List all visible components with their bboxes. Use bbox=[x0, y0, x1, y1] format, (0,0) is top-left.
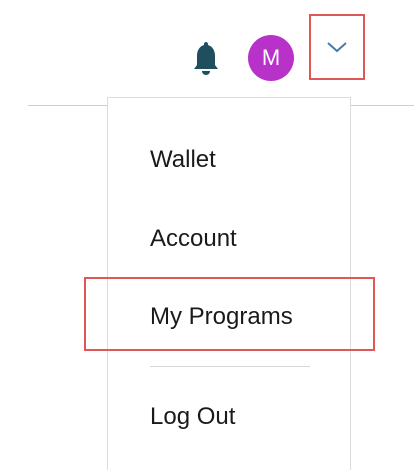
account-dropdown-menu: Wallet Account My Programs Log Out bbox=[107, 97, 351, 470]
account-dropdown-toggle[interactable] bbox=[309, 14, 365, 80]
menu-item-account[interactable]: Account bbox=[150, 225, 237, 253]
avatar-initial: M bbox=[261, 45, 281, 70]
bell-icon[interactable] bbox=[192, 40, 220, 76]
page: M Wallet Account My Programs Log Out bbox=[0, 0, 414, 470]
menu-divider bbox=[150, 366, 310, 367]
menu-item-log-out[interactable]: Log Out bbox=[150, 403, 235, 431]
avatar[interactable]: M bbox=[248, 35, 294, 81]
menu-item-wallet[interactable]: Wallet bbox=[150, 146, 216, 174]
menu-item-my-programs[interactable]: My Programs bbox=[150, 303, 293, 331]
chevron-down-icon bbox=[327, 42, 347, 53]
